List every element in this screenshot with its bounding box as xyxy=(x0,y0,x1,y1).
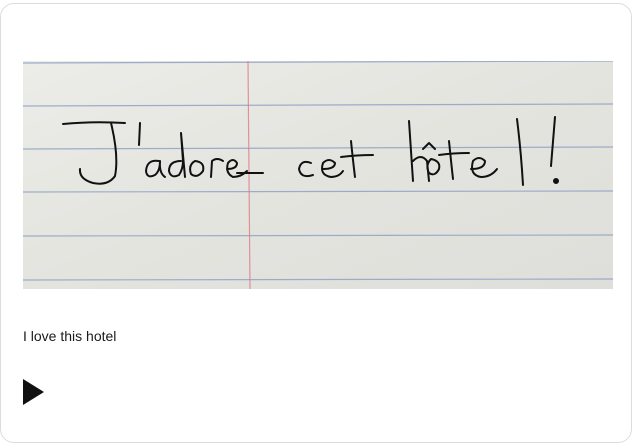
card: I love this hotel xyxy=(0,3,632,443)
handwritten-note-image xyxy=(23,61,613,289)
paper xyxy=(23,61,613,289)
translation-caption: I love this hotel xyxy=(23,328,117,344)
play-button[interactable] xyxy=(17,376,49,408)
play-triangle-icon xyxy=(23,379,44,405)
